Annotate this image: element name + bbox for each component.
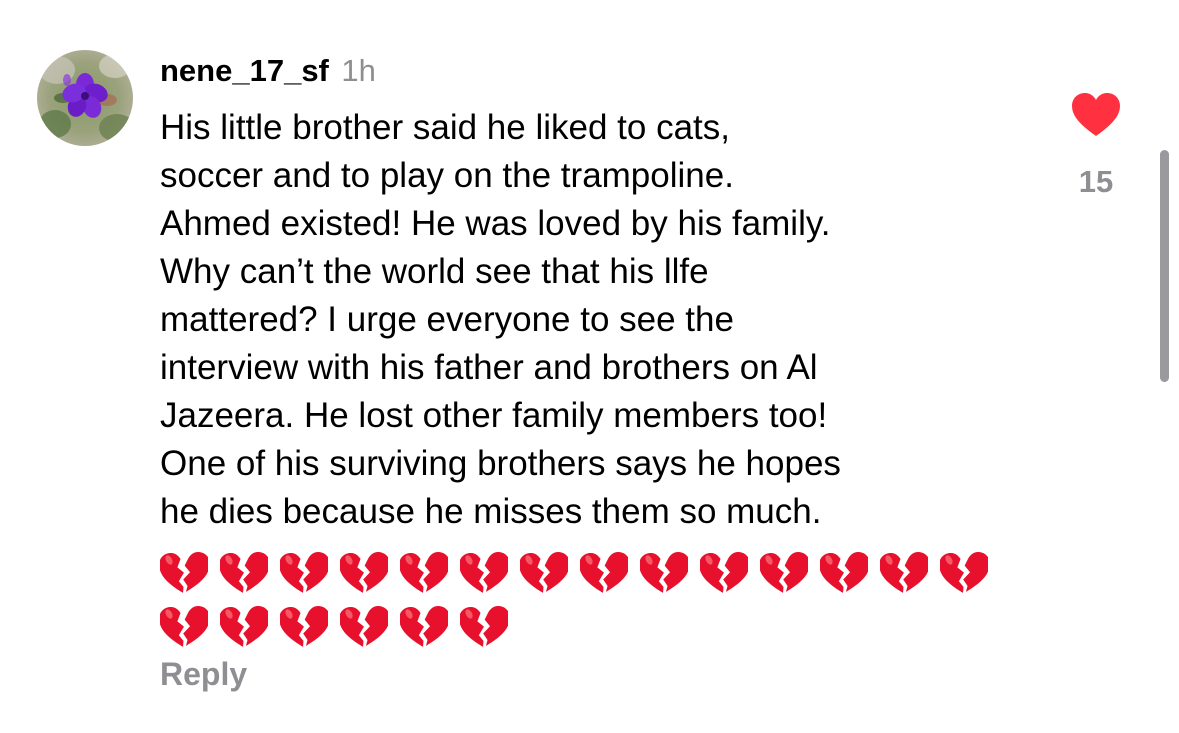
broken-heart-icon [400, 552, 448, 593]
broken-heart-icon [460, 552, 508, 593]
broken-heart-emoji-row [160, 550, 1020, 658]
username-link[interactable]: nene_17_sf [160, 53, 329, 88]
heart-icon [1072, 93, 1120, 136]
broken-heart-icon [220, 606, 268, 647]
broken-heart-icon [460, 606, 508, 647]
broken-heart-icon [280, 606, 328, 647]
broken-heart-icon [760, 552, 808, 593]
purple-flower-avatar-image [37, 50, 133, 146]
broken-heart-icon [340, 552, 388, 593]
avatar[interactable] [37, 50, 133, 146]
broken-heart-icon [400, 606, 448, 647]
broken-heart-icon [820, 552, 868, 593]
broken-heart-icon [160, 606, 208, 647]
broken-heart-icon [640, 552, 688, 593]
comment-header: nene_17_sf 1h [160, 51, 376, 97]
broken-heart-icon [700, 552, 748, 593]
broken-heart-icon [520, 552, 568, 593]
comment-text: His little brother said he liked to cats… [160, 108, 841, 531]
broken-heart-icon [220, 552, 268, 593]
like-count: 15 [1078, 164, 1114, 199]
scrollbar[interactable] [1160, 150, 1169, 382]
reply-button[interactable]: Reply [160, 656, 247, 693]
comment-body: His little brother said he liked to cats… [160, 104, 1040, 658]
broken-heart-icon [580, 552, 628, 593]
broken-heart-icon [340, 606, 388, 647]
broken-heart-icon [940, 552, 988, 593]
timestamp: 1h [341, 53, 376, 88]
like-button[interactable] [1070, 92, 1122, 138]
broken-heart-icon [160, 552, 208, 593]
broken-heart-icon [280, 552, 328, 593]
broken-heart-icon [880, 552, 928, 593]
